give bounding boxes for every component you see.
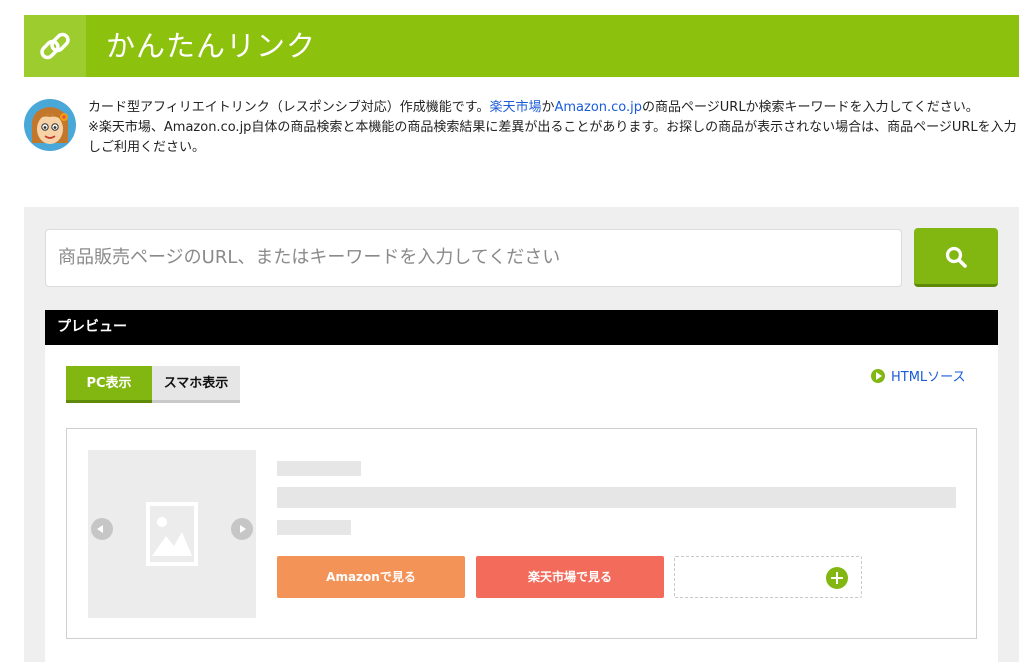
intro-line1-prefix: カード型アフィリエイトリンク（レスポンシブ対応）作成機能です。 [88,100,490,115]
tab-pc-view[interactable]: PC表示 [66,366,152,403]
rakuten-view-button[interactable]: 楽天市場で見る [476,556,664,598]
link-icon [40,32,70,60]
play-circle-icon [871,369,885,383]
link-builder-panel: 商品販売ページのURL、またはキーワードを入力してください プレビュー PC表示… [24,207,1019,662]
preview-header: プレビュー [45,310,998,345]
intro-text: カード型アフィリエイトリンク（レスポンシブ対応）作成機能です。楽天市場かAmaz… [88,98,1018,158]
title-placeholder-short [277,461,361,476]
add-link-button[interactable] [674,556,862,598]
search-icon [945,246,967,268]
html-source-link[interactable]: HTMLソース [871,368,966,388]
preview-body: PC表示 スマホ表示 HTMLソース Amazonで見る 楽天市場で見る [45,345,998,662]
view-tabs: PC表示 スマホ表示 [66,366,240,403]
next-image-icon[interactable] [231,518,253,540]
price-placeholder [277,520,351,535]
search-input[interactable]: 商品販売ページのURL、またはキーワードを入力してください [45,229,902,287]
image-icon [146,502,198,566]
product-image-placeholder [88,450,256,618]
prev-image-icon[interactable] [91,518,113,540]
title-placeholder-long [277,487,956,508]
tab-smartphone-view[interactable]: スマホ表示 [152,366,240,403]
intro-line1-suffix: の商品ページURLか検索キーワードを入力してください。 [642,100,979,115]
link-card-preview: Amazonで見る 楽天市場で見る [66,428,977,639]
avatar [24,99,76,151]
amazon-view-button[interactable]: Amazonで見る [277,556,465,598]
page-header: かんたんリンク [24,15,1019,77]
intro-note: ※楽天市場、Amazon.co.jp自体の商品検索と本機能の商品検索結果に差異が… [88,120,1017,155]
header-icon-box [24,15,86,77]
plus-circle-icon [826,567,848,589]
html-source-label: HTMLソース [891,370,966,385]
intro-connector: か [541,100,555,115]
search-button[interactable] [914,228,998,287]
page-title: かんたんリンク [106,29,317,63]
amazon-link[interactable]: Amazon.co.jp [554,100,642,115]
rakuten-link[interactable]: 楽天市場 [489,100,541,115]
